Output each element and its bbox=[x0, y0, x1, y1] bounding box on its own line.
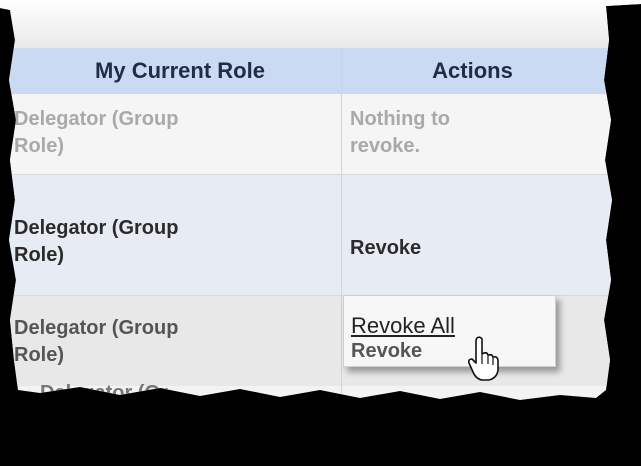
role-text-line2: Role) bbox=[14, 344, 64, 366]
screenshot-frame: My Current Role Actions Delegator (Group… bbox=[0, 0, 641, 404]
action-cell: Nothing to revoke. bbox=[350, 106, 590, 160]
role-text-line2: Role) bbox=[14, 135, 64, 157]
header-actions: Actions bbox=[432, 58, 513, 83]
table-row: Delegator (Group Role) Revoke bbox=[0, 175, 641, 296]
role-text-line1: Delegator (Group bbox=[14, 317, 179, 339]
revoke-all-menu-item[interactable]: Revoke All bbox=[351, 313, 455, 339]
role-cell: Delegator (Group Role) bbox=[14, 215, 324, 269]
role-cell: Delegator (Group Role) bbox=[14, 315, 324, 369]
header-my-current-role: My Current Role bbox=[95, 58, 265, 83]
table-row: Delegator (Group Role) Nothing to revoke… bbox=[0, 94, 641, 175]
role-cell: Delegator (Group Role) bbox=[14, 106, 324, 160]
revoke-popup-menu: Revoke All Revoke bbox=[343, 295, 556, 367]
partial-row-text: Delegator (Gr bbox=[40, 382, 168, 404]
role-text-line2: Role) bbox=[14, 244, 64, 266]
table-header: My Current Role Actions bbox=[0, 48, 641, 95]
toolbar-strip bbox=[0, 0, 641, 48]
nothing-to-revoke-line1: Nothing to bbox=[350, 108, 450, 130]
role-text-line1: Delegator (Group bbox=[14, 108, 179, 130]
hand-pointer-icon bbox=[468, 336, 499, 381]
revoke-link[interactable]: Revoke bbox=[350, 235, 590, 262]
column-divider bbox=[341, 48, 342, 400]
nothing-to-revoke-line2: revoke. bbox=[350, 135, 421, 157]
revoke-menu-item[interactable]: Revoke bbox=[351, 340, 422, 363]
role-text-line1: Delegator (Group bbox=[14, 217, 179, 239]
